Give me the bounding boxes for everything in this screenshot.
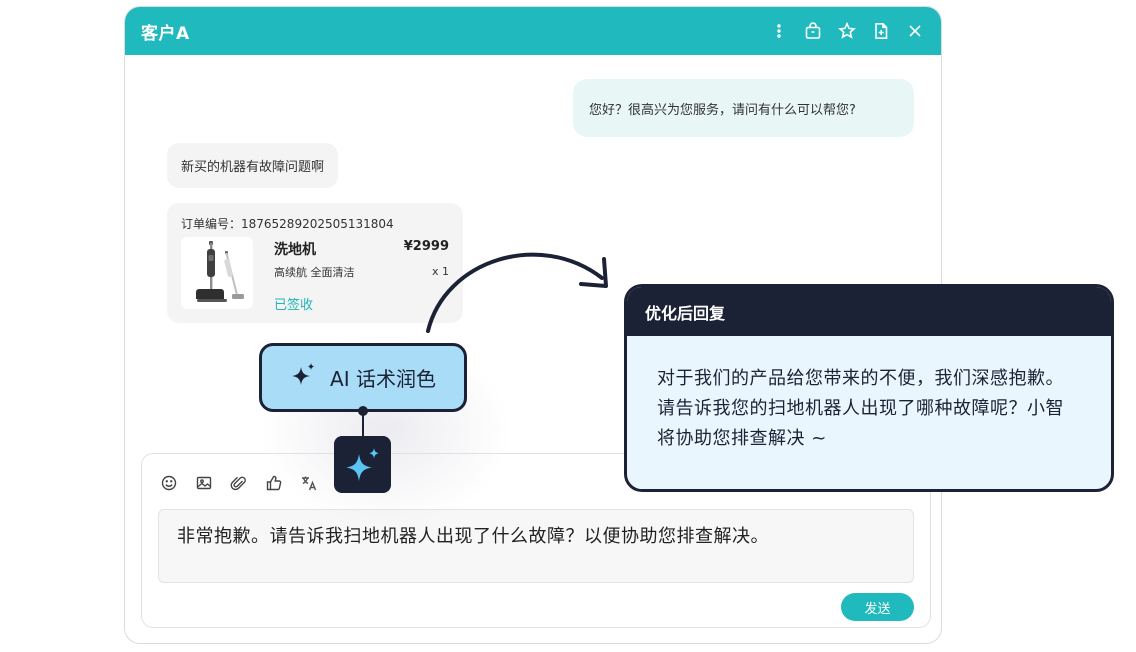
title-bar: 客户A: [125, 7, 941, 55]
order-status: 已签收: [274, 298, 314, 313]
product-price: ¥2999: [403, 239, 449, 254]
ai-polish-label: AI 话术润色: [330, 367, 436, 391]
close-icon[interactable]: [905, 21, 925, 41]
product-image: [181, 237, 253, 309]
order-card[interactable]: 订单编号：18765289202505131804 洗地机 ¥2999 高续航 …: [167, 203, 463, 323]
ai-sparkle-button[interactable]: [334, 436, 391, 493]
agent-message-bubble: 您好？很高兴为您服务，请问有什么可以帮您?: [573, 79, 914, 137]
bag-icon[interactable]: [803, 21, 823, 41]
title-bar-actions: [769, 21, 925, 41]
sparkle-icon: [290, 361, 318, 394]
customer-message-bubble: 新买的机器有故障问题啊: [167, 143, 339, 188]
customer-message-text: 新买的机器有故障问题啊: [181, 160, 325, 175]
emoji-icon[interactable]: [160, 474, 178, 492]
order-number: 订单编号：18765289202505131804: [181, 217, 394, 231]
agent-message-text: 您好？很高兴为您服务，请问有什么可以帮您?: [589, 102, 856, 118]
send-button[interactable]: 发送: [841, 593, 914, 621]
connector-dot: [358, 406, 368, 416]
sparkle-icon: [345, 447, 379, 481]
product-name: 洗地机: [274, 242, 316, 258]
product-description: 高续航 全面清洁: [274, 266, 355, 279]
product-quantity: x 1: [431, 265, 449, 278]
ai-polish-button[interactable]: AI 话术润色: [259, 343, 467, 412]
optimized-reply-text[interactable]: 对于我们的产品给您带来的不便，我们深感抱歉。请告诉我您的扫地机器人出现了哪种故障…: [627, 336, 1111, 454]
attachment-icon[interactable]: [230, 474, 248, 492]
optimized-reply-panel: 优化后回复 对于我们的产品给您带来的不便，我们深感抱歉。请告诉我您的扫地机器人出…: [624, 284, 1114, 492]
window-title: 客户A: [141, 23, 190, 44]
image-icon[interactable]: [195, 474, 213, 492]
add-file-icon[interactable]: [871, 21, 891, 41]
optimized-reply-header: 优化后回复: [627, 287, 1111, 336]
star-icon[interactable]: [837, 21, 857, 41]
more-vertical-icon[interactable]: [769, 21, 789, 41]
